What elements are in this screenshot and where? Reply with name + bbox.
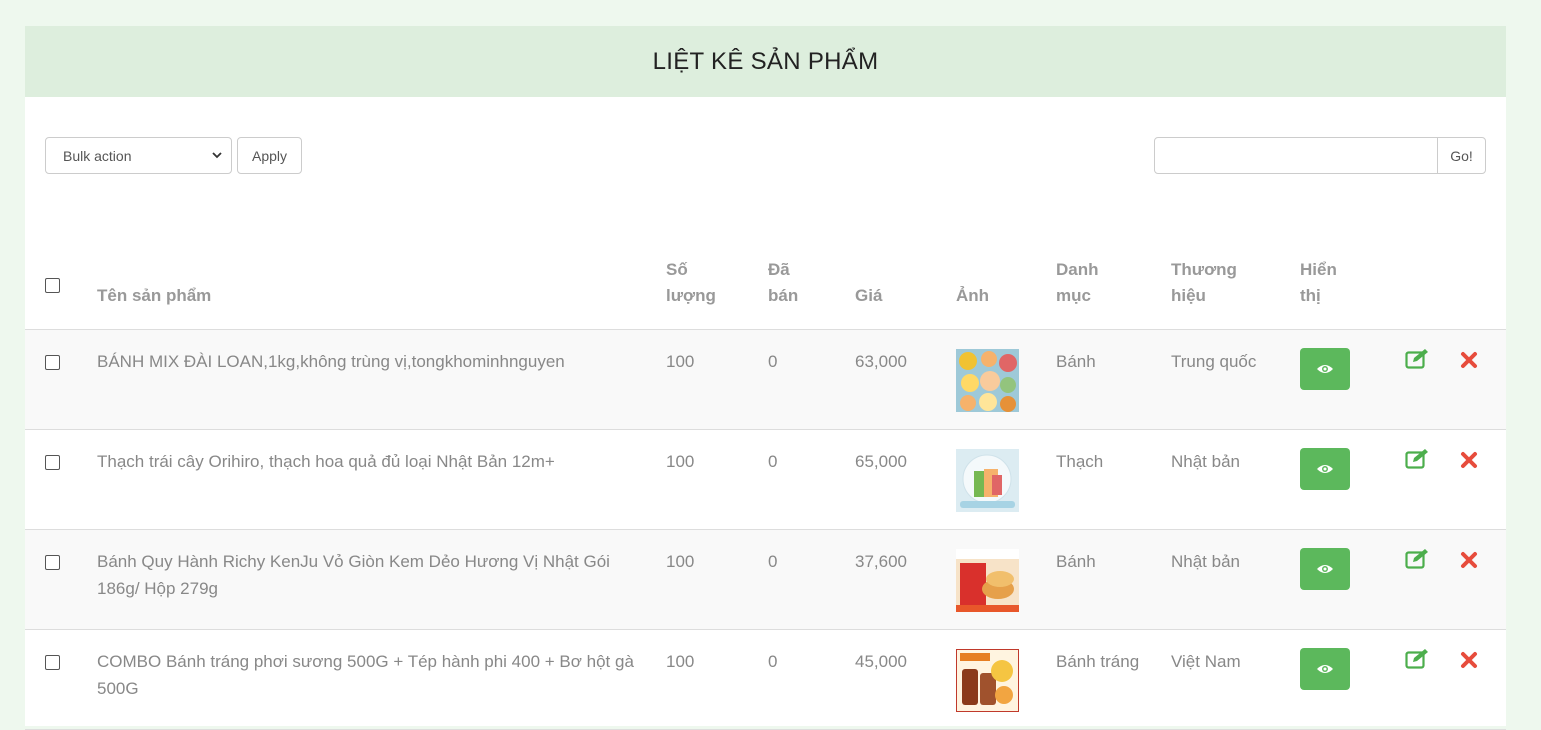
product-quantity: 100 [666, 429, 768, 530]
page-title: LIỆT KÊ SẢN PHẨM [652, 47, 879, 75]
eye-icon [1317, 465, 1333, 473]
product-category: Bánh [1056, 529, 1171, 630]
eye-icon [1317, 665, 1333, 673]
row-checkbox[interactable] [45, 355, 60, 370]
delete-icon[interactable] [1460, 351, 1478, 369]
product-brand: Nhật bản [1171, 529, 1300, 630]
product-name: BÁNH MIX ĐÀI LOAN,1kg,không trùng vị,ton… [97, 329, 666, 430]
edit-icon[interactable] [1405, 548, 1431, 570]
bulk-action-value: Bulk action [63, 147, 132, 164]
product-brand: Việt Nam [1171, 629, 1300, 730]
product-sold: 0 [768, 529, 855, 630]
header-name: Tên sản phẩm [97, 217, 666, 330]
product-sold: 0 [768, 429, 855, 530]
table-row: Thạch trái cây Orihiro, thạch hoa quả đủ… [25, 429, 1506, 530]
table-header-row: Tên sản phẩm Số lượng Đã bán Giá Ảnh Danh m… [25, 217, 1506, 330]
row-checkbox[interactable] [45, 655, 60, 670]
toolbar: Bulk action Apply Go! [25, 97, 1506, 217]
select-all-checkbox[interactable] [45, 278, 60, 293]
image-cell [956, 429, 1056, 530]
row-checkbox[interactable] [45, 555, 60, 570]
panel-header: LIỆT KÊ SẢN PHẨM [25, 26, 1506, 97]
product-quantity: 100 [666, 529, 768, 630]
product-quantity: 100 [666, 329, 768, 430]
edit-icon[interactable] [1405, 448, 1431, 470]
header-visible: Hiển thị [1300, 217, 1405, 330]
product-image[interactable] [956, 349, 1019, 412]
product-image[interactable] [956, 649, 1019, 712]
visible-cell [1300, 629, 1405, 730]
row-select-cell [25, 629, 97, 730]
eye-icon [1317, 565, 1333, 573]
apply-button[interactable]: Apply [237, 137, 302, 174]
product-name: Bánh Quy Hành Richy KenJu Vỏ Giòn Kem Dẻ… [97, 529, 666, 630]
table-row: COMBO Bánh tráng phơi sương 500G + Tép h… [25, 629, 1506, 730]
delete-icon[interactable] [1460, 451, 1478, 469]
header-actions [1405, 217, 1506, 330]
row-select-cell [25, 529, 97, 630]
header-brand: Thương hiệu [1171, 217, 1300, 330]
header-price: Giá [855, 217, 956, 330]
product-category: Bánh tráng [1056, 629, 1171, 730]
header-image: Ảnh [956, 217, 1056, 330]
visibility-button[interactable] [1300, 648, 1350, 690]
product-table: Tên sản phẩm Số lượng Đã bán Giá Ảnh Danh m… [25, 217, 1506, 730]
edit-icon[interactable] [1405, 348, 1431, 370]
product-price: 45,000 [855, 629, 956, 730]
eye-icon [1317, 365, 1333, 373]
search-input[interactable] [1154, 137, 1438, 174]
visibility-button[interactable] [1300, 448, 1350, 490]
image-cell [956, 529, 1056, 630]
chevron-down-icon [212, 152, 222, 159]
visibility-button[interactable] [1300, 348, 1350, 390]
table-row: BÁNH MIX ĐÀI LOAN,1kg,không trùng vị,ton… [25, 329, 1506, 430]
go-button[interactable]: Go! [1437, 137, 1486, 174]
product-quantity: 100 [666, 629, 768, 730]
bulk-action-select[interactable]: Bulk action [45, 137, 232, 174]
product-price: 65,000 [855, 429, 956, 530]
product-image[interactable] [956, 449, 1019, 512]
image-cell [956, 329, 1056, 430]
visible-cell [1300, 329, 1405, 430]
visibility-button[interactable] [1300, 548, 1350, 590]
product-price: 37,600 [855, 529, 956, 630]
image-cell [956, 629, 1056, 730]
product-category: Bánh [1056, 329, 1171, 430]
actions-cell [1405, 529, 1506, 630]
product-sold: 0 [768, 629, 855, 730]
product-image[interactable] [956, 549, 1019, 612]
row-checkbox[interactable] [45, 455, 60, 470]
header-category: Danh mục [1056, 217, 1171, 330]
actions-cell [1405, 629, 1506, 730]
product-name: Thạch trái cây Orihiro, thạch hoa quả đủ… [97, 429, 666, 530]
product-category: Thạch [1056, 429, 1171, 530]
product-list-panel: LIỆT KÊ SẢN PHẨM Bulk action Apply Go! T… [25, 26, 1506, 730]
actions-cell [1405, 429, 1506, 530]
delete-icon[interactable] [1460, 551, 1478, 569]
product-brand: Trung quốc [1171, 329, 1300, 430]
table-row: Bánh Quy Hành Richy KenJu Vỏ Giòn Kem Dẻ… [25, 529, 1506, 630]
header-sold: Đã bán [768, 217, 855, 330]
visible-cell [1300, 529, 1405, 630]
row-select-cell [25, 429, 97, 530]
product-sold: 0 [768, 329, 855, 430]
select-all-cell [25, 217, 97, 330]
visible-cell [1300, 429, 1405, 530]
actions-cell [1405, 329, 1506, 430]
product-price: 63,000 [855, 329, 956, 430]
product-brand: Nhật bản [1171, 429, 1300, 530]
edit-icon[interactable] [1405, 648, 1431, 670]
delete-icon[interactable] [1460, 651, 1478, 669]
row-select-cell [25, 329, 97, 430]
header-quantity: Số lượng [666, 217, 768, 330]
product-name: COMBO Bánh tráng phơi sương 500G + Tép h… [97, 629, 666, 730]
